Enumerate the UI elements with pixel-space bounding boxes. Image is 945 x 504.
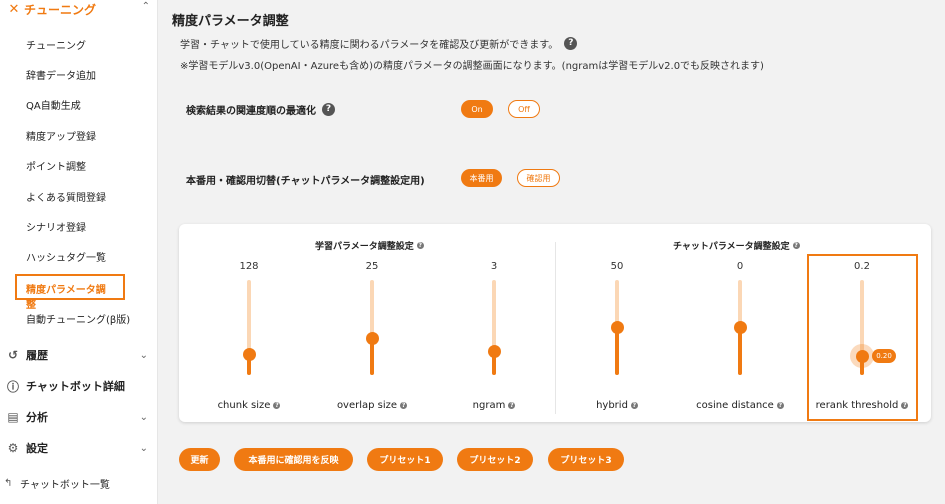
help-icon[interactable]: ? (564, 37, 578, 50)
sidebar: ✕ チューニング ⌃ チューニング 辞書データ追加 QA自動生成 精度アップ登録… (0, 0, 158, 504)
hybrid-value: 50 (610, 261, 624, 272)
production-toggle-button[interactable]: 本番用 (461, 169, 502, 187)
slider-label-text: ngram (472, 400, 506, 411)
rerank-highlight-box (807, 254, 918, 421)
sidebar-item-chatbot-detail[interactable]: ⓘ チャットボット詳細 (4, 376, 154, 396)
chunk-size-value: 128 (239, 261, 259, 272)
cosine-distance-slider[interactable] (733, 280, 747, 375)
chevron-down-icon: ⌄ (139, 411, 148, 423)
env-switch-label: 本番用・確認用切替(チャットパラメータ調整設定用) (186, 176, 425, 187)
slider-thumb[interactable] (610, 321, 624, 334)
help-icon[interactable]: ? (322, 103, 335, 116)
update-button[interactable]: 更新 (179, 448, 220, 471)
group-divider (555, 242, 556, 414)
hybrid-label: hybrid? (557, 400, 677, 411)
help-icon[interactable]: ? (400, 402, 408, 409)
sidebar-item-point-adjust[interactable]: ポイント調整 (26, 158, 86, 173)
sidebar-item-hashtags[interactable]: ハッシュタグ一覧 (26, 249, 106, 264)
sidebar-item-label: 履歴 (26, 349, 48, 362)
ngram-label: ngram? (434, 400, 554, 411)
info-icon: ⓘ (6, 379, 19, 394)
apply-staging-to-production-button[interactable]: 本番用に確認用を反映 (234, 448, 353, 471)
overlap-size-value: 25 (365, 261, 379, 272)
slider-label-text: cosine distance (696, 400, 774, 411)
history-icon: ↺ (7, 348, 19, 362)
chat-params-title: チャットパラメータ調整設定 ? (673, 239, 800, 252)
sidebar-section-label: チューニング (24, 2, 97, 17)
help-icon[interactable]: ? (416, 242, 424, 249)
slider-thumb[interactable] (242, 347, 256, 361)
preset-2-button[interactable]: プリセット2 (457, 448, 533, 471)
sidebar-item-auto-tuning[interactable]: 自動チューニング(β版) (26, 311, 130, 326)
sidebar-item-settings[interactable]: ⚙ 設定 ⌄ (4, 438, 154, 458)
chunk-size-slider[interactable] (242, 280, 256, 375)
chunk-size-label: chunk size? (189, 400, 309, 411)
sidebar-section-tuning[interactable]: ✕ チューニング ⌃ (4, 0, 158, 18)
sidebar-item-dictionary[interactable]: 辞書データ追加 (26, 67, 96, 82)
sidebar-item-scenario[interactable]: シナリオ登録 (26, 219, 86, 234)
overlap-size-slider[interactable] (365, 280, 379, 375)
analytics-icon: ▤ (7, 410, 19, 424)
cosine-distance-label: cosine distance? (680, 400, 800, 411)
chatbot-list-label: チャットボット一覧 (20, 480, 110, 491)
off-toggle-button[interactable]: Off (508, 100, 540, 118)
sidebar-item-label: チャットボット詳細 (26, 380, 125, 393)
chevron-down-icon: ⌄ (139, 442, 148, 454)
slider-label-text: overlap size (336, 400, 398, 411)
sidebar-item-tuning[interactable]: チューニング (26, 37, 86, 52)
slider-thumb[interactable] (365, 332, 379, 346)
parameter-panel: 学習パラメータ調整設定 ? チャットパラメータ調整設定 ? 128 chunk s… (179, 224, 931, 422)
page-description: 学習・チャットで使用している精度に関わるパラメータを確認及び更新ができます。 ? (180, 36, 578, 51)
slider-fill (738, 327, 742, 375)
relevance-optimization-label: 検索結果の関連度順の最適化 ? (186, 102, 335, 117)
learning-params-title: 学習パラメータ調整設定 ? (315, 239, 424, 252)
help-icon[interactable]: ? (776, 402, 784, 409)
chevron-down-icon: ⌄ (139, 349, 148, 361)
hybrid-slider[interactable] (610, 280, 624, 375)
ngram-value: 3 (490, 261, 498, 272)
setting-label-text: 検索結果の関連度順の最適化 (186, 106, 316, 117)
slider-label-text: hybrid (596, 400, 628, 411)
on-toggle-button[interactable]: On (461, 100, 493, 118)
preset-3-button[interactable]: プリセット3 (548, 448, 624, 471)
overlap-size-label: overlap size? (312, 400, 432, 411)
help-icon[interactable]: ? (792, 242, 800, 249)
ngram-slider[interactable] (487, 280, 501, 375)
cosine-distance-value: 0 (736, 261, 744, 272)
help-icon[interactable]: ? (508, 402, 516, 409)
help-icon[interactable]: ? (273, 402, 281, 409)
sidebar-item-history[interactable]: ↺ 履歴 ⌄ (4, 345, 154, 365)
sidebar-item-faq[interactable]: よくある質問登録 (26, 189, 106, 204)
sidebar-item-accuracy-params[interactable]: 精度パラメータ調整 (15, 274, 125, 311)
staging-toggle-button[interactable]: 確認用 (517, 169, 560, 187)
group-title-text: 学習パラメータ調整設定 (315, 242, 414, 252)
help-icon[interactable]: ? (630, 402, 638, 409)
sidebar-item-label: 設定 (26, 442, 48, 455)
sidebar-item-qa-generation[interactable]: QA自動生成 (26, 97, 81, 112)
description-text: 学習・チャットで使用している精度に関わるパラメータを確認及び更新ができます。 (180, 40, 559, 51)
slider-fill (615, 327, 619, 375)
chevron-up-icon: ⌃ (141, 1, 150, 12)
gear-icon: ⚙ (7, 441, 19, 455)
page-note: ※学習モデルv3.0(OpenAI・Azureも含め)の精度パラメータの調整画面… (180, 61, 764, 72)
chatbot-list-link[interactable]: ↰ チャットボット一覧 (4, 476, 110, 491)
sidebar-item-label: 分析 (26, 411, 48, 424)
slider-thumb[interactable] (487, 344, 501, 358)
slider-thumb[interactable] (733, 321, 747, 334)
group-title-text: チャットパラメータ調整設定 (673, 242, 790, 252)
page-title: 精度パラメータ調整 (172, 14, 289, 29)
tools-icon: ✕ (8, 1, 20, 17)
slider-label-text: chunk size (217, 400, 271, 411)
back-arrow-icon: ↰ (4, 478, 13, 489)
preset-1-button[interactable]: プリセット1 (367, 448, 443, 471)
sidebar-item-accuracy-up[interactable]: 精度アップ登録 (26, 128, 96, 143)
sidebar-item-analytics[interactable]: ▤ 分析 ⌄ (4, 407, 154, 427)
